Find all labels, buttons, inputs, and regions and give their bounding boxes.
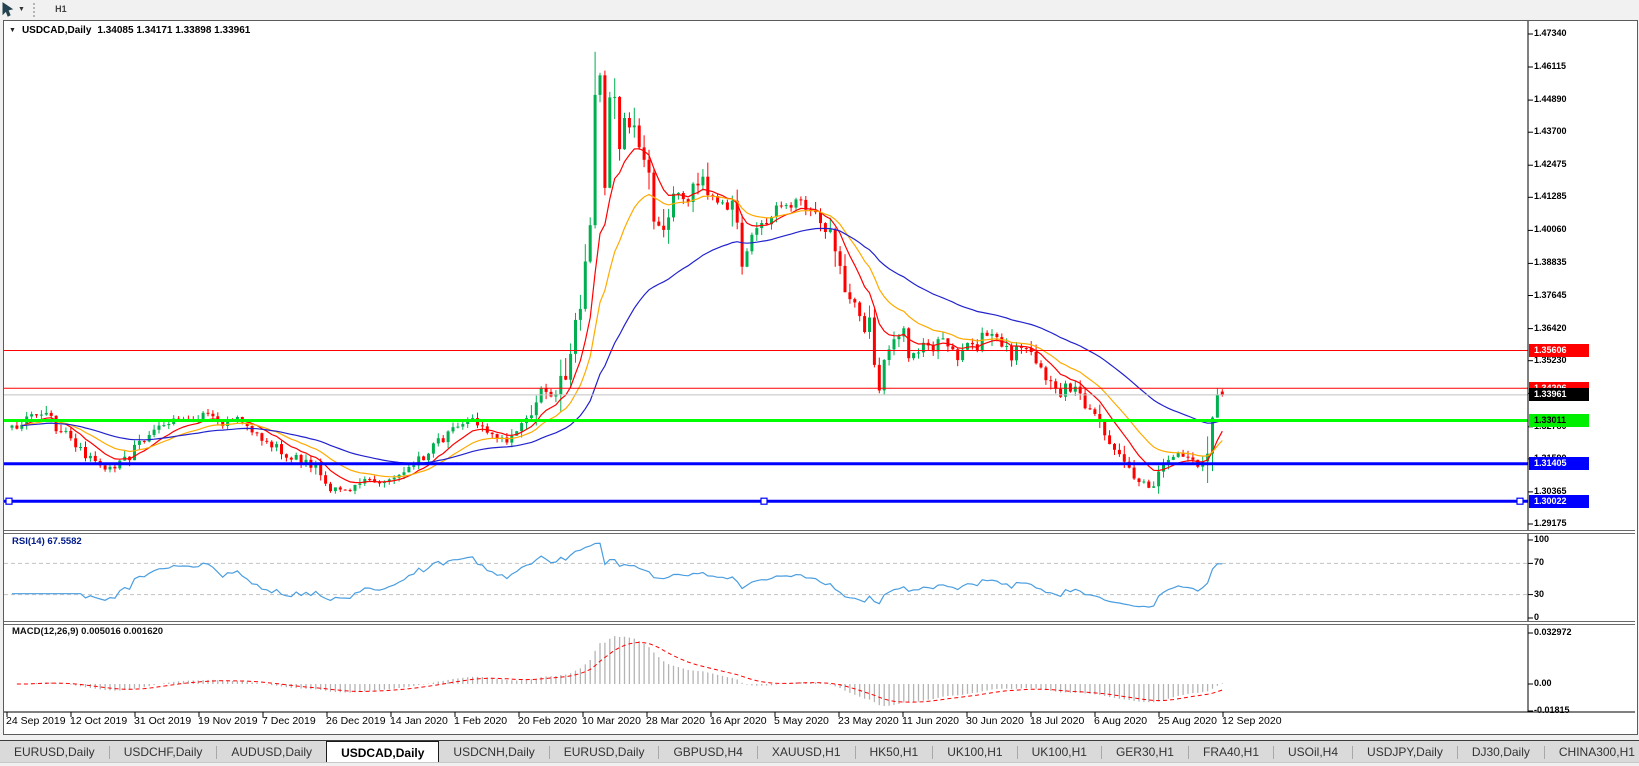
date-axis-label: 18 Jul 2020 [1030,715,1085,727]
chart-ohlc-values: 1.34085 1.34171 1.33898 1.33961 [97,25,251,36]
date-axis-label: 12 Sep 2020 [1222,715,1282,727]
toolbar-grip-handle[interactable] [32,2,40,17]
rsi-axis-label: 70 [1534,557,1545,568]
macd-indicator-label: MACD(12,26,9) 0.005016 0.001620 [12,626,164,637]
pane-separator-macd[interactable] [4,621,1635,625]
hline-price-label: 1.31405 [1529,457,1589,471]
status-strip [0,762,1639,766]
tab-usdcnh-daily[interactable]: USDCNH,Daily [439,741,548,763]
tab-dj30-daily[interactable]: DJ30,Daily [1458,741,1544,763]
price-axis-label: 1.40060 [1534,224,1567,235]
date-axis-label: 5 May 2020 [774,715,829,727]
date-axis-label: 12 Oct 2019 [70,715,128,727]
tab-audusd-daily[interactable]: AUDUSD,Daily [217,741,326,763]
tab-xauusd-h1[interactable]: XAUUSD,H1 [758,741,855,763]
chart-symbol-period: USDCAD,Daily [21,25,92,36]
date-axis-label: 7 Dec 2019 [262,715,316,727]
tab-hk50-h1[interactable]: HK50,H1 [856,741,933,763]
timeframe-button-h1[interactable]: H1 [47,1,75,18]
current-price-label: 1.33961 [1529,388,1589,402]
date-axis-label: 25 Aug 2020 [1158,715,1217,727]
tab-fra40-h1[interactable]: FRA40,H1 [1189,741,1273,763]
dropdown-arrow-icon[interactable]: ▼ [18,6,25,13]
tab-eurusd-daily[interactable]: EURUSD,Daily [550,741,659,763]
price-axis-label: 1.38835 [1534,257,1567,268]
chart-tabs-bar: EURUSD,Daily USDCHF,Daily AUDUSD,Daily USDC… [0,740,1639,764]
tab-uk100-h1[interactable]: UK100,H1 [933,741,1016,763]
rsi-axis-label: 0 [1534,612,1540,622]
collapse-arrow-icon[interactable]: ▼ [9,27,16,34]
tab-ger30-h1[interactable]: GER30,H1 [1102,741,1188,763]
tab-china300-h1[interactable]: CHINA300,H1 [1545,741,1639,763]
price-axis-label: 1.47340 [1534,28,1567,38]
price-axis-label: 1.44890 [1534,94,1567,105]
date-axis-label: 20 Feb 2020 [518,715,577,727]
hline-price-label: 1.30022 [1529,494,1589,508]
date-axis-label: 14 Jan 2020 [390,715,448,727]
chart-title: ▼ USDCAD,Daily 1.34085 1.34171 1.33898 1… [9,25,250,36]
tab-eurusd-daily[interactable]: EURUSD,Daily [0,741,109,763]
tab-gbpusd-h4[interactable]: GBPUSD,H4 [659,741,756,763]
chart-canvas[interactable] [4,21,1635,732]
date-axis-label: 11 Jun 2020 [902,715,960,727]
tab-usdchf-daily[interactable]: USDCHF,Daily [110,741,217,763]
price-axis-label: 1.46115 [1534,61,1567,72]
date-axis-label: 10 Mar 2020 [582,715,641,727]
tab-usdjpy-daily[interactable]: USDJPY,Daily [1353,741,1457,763]
chart-tabs: EURUSD,Daily USDCHF,Daily AUDUSD,Daily USDC… [0,740,1639,764]
tab-uk100-h1[interactable]: UK100,H1 [1018,741,1101,763]
hline-price-label: 1.33011 [1529,414,1589,428]
price-axis-label: 1.37645 [1534,289,1567,300]
rsi-axis-label: 30 [1534,588,1545,599]
price-axis-label: 1.36420 [1534,322,1567,333]
hline-price-label: 1.35606 [1529,344,1589,358]
date-axis-label: 16 Apr 2020 [710,715,767,727]
date-axis-label: 19 Nov 2019 [198,715,258,727]
macd-axis-label: -0.01815 [1534,705,1570,715]
date-axis-label: 31 Oct 2019 [134,715,192,727]
price-axis-label: 1.42475 [1534,159,1567,170]
date-axis-label: 26 Dec 2019 [326,715,386,727]
chart-window: ▼ USDCAD,Daily 1.34085 1.34171 1.33898 1… [3,20,1638,735]
date-axis-label: 6 Aug 2020 [1094,715,1148,727]
price-axis-label: 1.43700 [1534,126,1567,137]
price-axis-label: 1.41285 [1534,191,1567,202]
date-axis-label: 24 Sep 2019 [6,715,66,727]
date-axis-label: 1 Feb 2020 [454,715,508,727]
cursor-icon[interactable] [1,2,17,17]
macd-axis-label: 0.032972 [1534,626,1572,637]
rsi-indicator-label: RSI(14) 67.5582 [12,536,82,547]
tab-usoil-h4[interactable]: USOil,H4 [1274,741,1352,763]
pane-separator-rsi[interactable] [4,530,1635,534]
rsi-axis-label: 100 [1534,534,1550,544]
date-axis-label: 23 May 2020 [838,715,899,727]
toolbar: ▼ M1M5M15M30H1H4D1W1MN [0,0,1639,82]
tab-usdcad-daily[interactable]: USDCAD,Daily [326,740,440,764]
date-axis-label: 28 Mar 2020 [646,715,705,727]
date-axis-label: 30 Jun 2020 [966,715,1024,727]
price-axis-label: 1.29175 [1534,518,1567,528]
macd-axis-label: 0.00 [1534,678,1552,688]
